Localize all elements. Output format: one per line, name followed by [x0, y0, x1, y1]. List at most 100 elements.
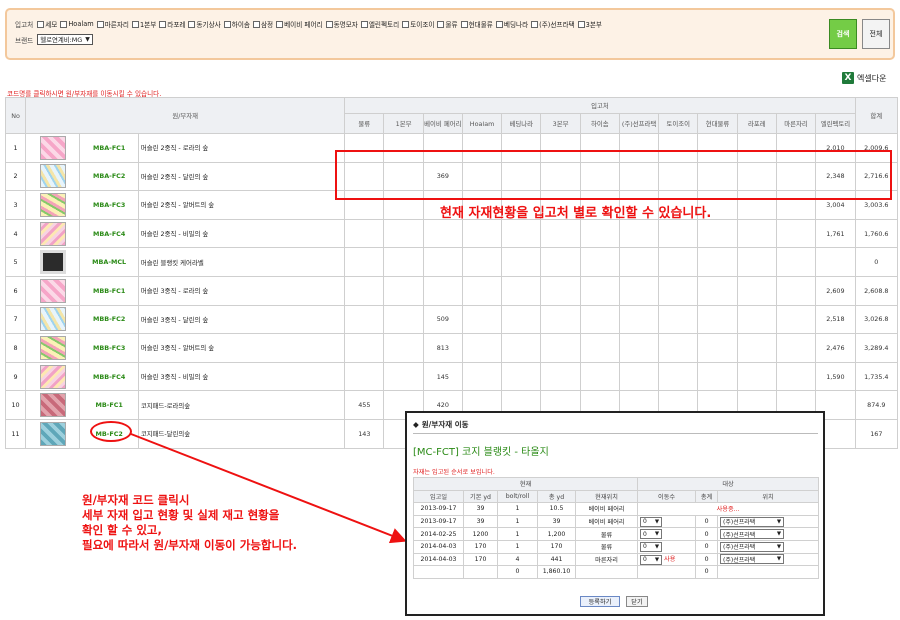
move-date: 2014-02-25: [413, 527, 464, 541]
col-header-supplier: 하이솜: [579, 113, 620, 134]
supplier-checkbox-label: 3본부: [585, 21, 602, 29]
move-total: 39: [537, 514, 576, 529]
checkbox-box[interactable]: [495, 20, 503, 28]
move-qty-cell: 0 ▼ 사용: [637, 552, 697, 567]
material-code-link[interactable]: MBA-FC3: [79, 190, 139, 220]
supplier-checkbox-label: 엘린펙토리: [368, 21, 400, 29]
checkbox-box[interactable]: [577, 20, 585, 28]
supplier-checkbox[interactable]: 마른자리: [96, 19, 129, 29]
select-dropdown[interactable]: 0 ▼: [640, 516, 663, 527]
all-button[interactable]: 전체: [862, 19, 890, 49]
col-header-supplier: (주)선프라택: [618, 113, 660, 134]
select-value: 0: [643, 530, 647, 538]
checkbox-box[interactable]: [223, 20, 231, 28]
supplier-checkbox-label: 동기상사: [196, 21, 221, 29]
checkbox-box[interactable]: [531, 20, 539, 28]
material-code-link[interactable]: MBB-FC1: [79, 275, 139, 306]
move-total: 10.5: [537, 502, 576, 516]
supplier-qty: [383, 218, 424, 249]
col-header-total: 합계: [854, 97, 899, 134]
supplier-qty: [658, 247, 699, 277]
supplier-qty: [736, 333, 777, 363]
move-bolt: 1: [497, 502, 538, 516]
select-dropdown[interactable]: 0 ▼: [640, 554, 663, 565]
supplier-qty: [579, 304, 620, 335]
supplier-label: 입고처: [15, 21, 34, 30]
supplier-checkbox[interactable]: 3본부: [577, 19, 602, 29]
chevron-down-icon: ▼: [654, 556, 660, 563]
supplier-checkbox[interactable]: 세모: [37, 19, 57, 29]
supplier-checkbox[interactable]: (주)선프라택: [531, 19, 575, 29]
select-dropdown[interactable]: (주)선프라택 ▼: [720, 529, 785, 540]
supplier-qty: [422, 218, 463, 249]
supplier-checkbox[interactable]: 동명모자: [325, 19, 358, 29]
supplier-checkbox[interactable]: 베딩나라: [495, 19, 528, 29]
product-thumbnail: [39, 250, 66, 275]
product-thumbnail: [39, 164, 66, 189]
supplier-qty: [736, 304, 777, 335]
select-dropdown[interactable]: (주)선프라택 ▼: [720, 516, 785, 527]
supplier-qty: [344, 333, 385, 363]
supplier-checkbox-label: 물류: [445, 21, 458, 29]
excel-icon: X: [842, 72, 854, 84]
supplier-checkbox[interactable]: Hoalam: [60, 20, 94, 28]
supplier-checkbox[interactable]: 엘린펙토리: [360, 19, 400, 29]
supplier-checkbox[interactable]: 현대물류: [460, 19, 493, 29]
row-number: 5: [4, 247, 27, 277]
checkbox-box[interactable]: [360, 20, 368, 28]
thumbnail-cell: [25, 275, 81, 306]
select-value: (주)선프라택: [723, 544, 756, 552]
checkbox-box[interactable]: [60, 20, 68, 28]
row-number: 3: [4, 190, 27, 220]
row-number: 7: [4, 304, 27, 335]
col-header-supplier: 현대물류: [697, 113, 738, 134]
material-code-link[interactable]: MBB-FC2: [79, 304, 139, 335]
supplier-checkbox[interactable]: 라포레: [159, 19, 185, 29]
select-dropdown[interactable]: 0 ▼: [640, 541, 663, 552]
search-button[interactable]: 검색: [829, 19, 857, 49]
supplier-checkbox[interactable]: 물류: [437, 19, 458, 29]
supplier-checkbox[interactable]: 토이조이: [402, 19, 434, 29]
move-total: 441: [537, 552, 576, 567]
checkbox-box[interactable]: [437, 20, 445, 28]
excel-download-button[interactable]: X 엑셀다운: [842, 72, 886, 84]
supplier-qty: [697, 333, 738, 363]
close-button[interactable]: 닫기: [626, 596, 648, 607]
move-sum: 0: [695, 539, 719, 554]
material-code-link[interactable]: MBA-FC1: [79, 133, 139, 163]
supplier-checkbox[interactable]: 하이솜: [223, 19, 250, 29]
supplier-checkbox[interactable]: 베이비 페어리: [276, 19, 323, 29]
supplier-filter-row: 입고처 세모 Hoalam 마른자리 1본부 라포레 동기상사 하이솜 삼정 베이비 페어리 동명…: [15, 19, 605, 30]
checkbox-box[interactable]: [188, 20, 196, 28]
checkbox-box[interactable]: [37, 20, 45, 28]
checkbox-box[interactable]: [131, 20, 139, 28]
supplier-checkbox[interactable]: 1본부: [131, 19, 156, 29]
supplier-qty: [775, 361, 817, 392]
checkbox-box[interactable]: [460, 20, 468, 28]
checkbox-box[interactable]: [276, 20, 284, 28]
brand-select[interactable]: 헬로연계비:MG ▼: [37, 34, 93, 45]
checkbox-box[interactable]: [252, 20, 260, 28]
supplier-checkbox[interactable]: 삼정: [252, 19, 273, 29]
register-button[interactable]: 등록하기: [580, 596, 620, 607]
chevron-down-icon: ▼: [776, 518, 782, 525]
select-dropdown[interactable]: 0 ▼: [640, 529, 663, 540]
material-code-link[interactable]: MBA-MCL: [79, 247, 139, 277]
checkbox-box[interactable]: [402, 20, 410, 28]
col-header-supplier: 물류: [344, 113, 385, 134]
select-dropdown[interactable]: (주)선프라택 ▼: [720, 554, 785, 565]
checkbox-box[interactable]: [325, 20, 333, 28]
material-code-link[interactable]: MB-FC1: [79, 390, 139, 420]
supplier-qty: [540, 247, 581, 277]
select-dropdown[interactable]: (주)선프라택 ▼: [720, 541, 785, 552]
table-row: 9 MBB-FC4 머슬린 3중직 - 비밀의 숲 145 1,590 1,735.4: [4, 361, 899, 392]
supplier-qty: [501, 275, 542, 306]
move-total: 170: [537, 539, 576, 554]
material-code-link[interactable]: MBA-FC2: [79, 161, 139, 192]
material-code-link[interactable]: MBB-FC3: [79, 333, 139, 363]
checkbox-box[interactable]: [96, 20, 104, 28]
material-code-link[interactable]: MBA-FC4: [79, 218, 139, 249]
material-code-link[interactable]: MBB-FC4: [79, 361, 139, 392]
supplier-checkbox[interactable]: 동기상사: [188, 19, 221, 29]
checkbox-box[interactable]: [159, 20, 167, 28]
